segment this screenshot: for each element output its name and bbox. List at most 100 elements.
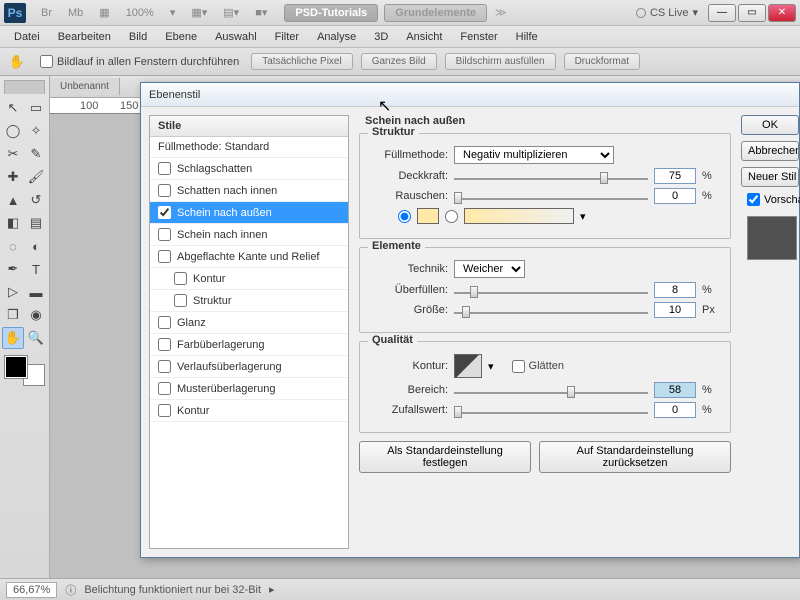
fg-color[interactable] (5, 356, 27, 378)
menu-item[interactable]: Analyse (309, 29, 364, 45)
zoom-level[interactable]: 66,67% (6, 582, 57, 598)
size-value[interactable]: 10 (654, 302, 696, 318)
contour-picker[interactable] (454, 354, 482, 378)
style-item[interactable]: Kontur (150, 400, 348, 422)
eraser-tool-icon[interactable]: ◧ (2, 212, 24, 234)
stamp-tool-icon[interactable]: ▲ (2, 189, 24, 211)
lasso-tool-icon[interactable]: ◯ (2, 120, 24, 142)
color-swatch[interactable] (5, 356, 45, 386)
style-checkbox[interactable] (158, 206, 171, 219)
dodge-tool-icon[interactable]: ◐ (25, 235, 47, 257)
option-pill[interactable]: Druckformat (564, 53, 640, 70)
spread-slider[interactable] (454, 282, 648, 298)
noise-value[interactable]: 0 (654, 188, 696, 204)
preview-checkbox[interactable]: Vorschau (741, 193, 799, 206)
dropdown-icon[interactable]: ▾ (488, 360, 494, 373)
shape-tool-icon[interactable]: ▬ (25, 281, 47, 303)
move-tool-icon[interactable]: ↖ (2, 97, 24, 119)
menu-item[interactable]: Bearbeiten (50, 29, 119, 45)
style-checkbox[interactable] (158, 316, 171, 329)
marquee-tool-icon[interactable]: ▭ (25, 97, 47, 119)
maximize-button[interactable]: ▭ (738, 4, 766, 22)
dropdown-icon[interactable]: ▸ (269, 583, 275, 596)
style-checkbox[interactable] (158, 250, 171, 263)
menu-item[interactable]: Bild (121, 29, 155, 45)
glow-color-swatch[interactable] (417, 208, 439, 224)
style-checkbox[interactable] (158, 360, 171, 373)
style-item[interactable]: Füllmethode: Standard (150, 137, 348, 158)
hand-tool-icon[interactable]: ✋ (6, 51, 28, 73)
style-item[interactable]: Struktur (150, 290, 348, 312)
style-item[interactable]: Schein nach innen (150, 224, 348, 246)
type-tool-icon[interactable]: T (25, 258, 47, 280)
opacity-value[interactable]: 75 (654, 168, 696, 184)
mode-tab[interactable]: Grundelemente (384, 4, 487, 22)
title-tool[interactable]: ▦▾ (186, 3, 212, 22)
spread-value[interactable]: 8 (654, 282, 696, 298)
menu-item[interactable]: Hilfe (508, 29, 546, 45)
chevron-right-icon[interactable]: ≫ (495, 6, 507, 19)
size-slider[interactable] (454, 302, 648, 318)
menu-item[interactable]: Ebene (157, 29, 205, 45)
range-value[interactable]: 58 (654, 382, 696, 398)
style-checkbox[interactable] (158, 404, 171, 417)
technique-select[interactable]: Weicher (454, 260, 525, 278)
make-default-button[interactable]: Als Standardeinstellung festlegen (359, 441, 531, 473)
menu-item[interactable]: Auswahl (207, 29, 265, 45)
title-tool[interactable]: ▦ (94, 3, 114, 22)
glow-gradient-swatch[interactable] (464, 208, 574, 224)
style-checkbox[interactable] (158, 338, 171, 351)
style-item[interactable]: Schein nach außen (150, 202, 348, 224)
title-tool[interactable]: ▤▾ (218, 3, 244, 22)
blend-mode-select[interactable]: Negativ multiplizieren (454, 146, 614, 164)
range-slider[interactable] (454, 382, 648, 398)
menu-item[interactable]: Filter (267, 29, 307, 45)
document-tab[interactable]: Unbenannt (50, 78, 120, 95)
style-item[interactable]: Musterüberlagerung (150, 378, 348, 400)
camera-tool-icon[interactable]: ◉ (25, 304, 47, 326)
title-tool[interactable]: ■▾ (250, 3, 272, 22)
minimize-button[interactable]: — (708, 4, 736, 22)
style-item[interactable]: Schlagschatten (150, 158, 348, 180)
style-item[interactable]: Abgeflachte Kante und Relief (150, 246, 348, 268)
brush-tool-icon[interactable]: 🖌 (25, 166, 47, 188)
cancel-button[interactable]: Abbrechen (741, 141, 799, 161)
3d-tool-icon[interactable]: ❒ (2, 304, 24, 326)
solid-color-radio[interactable] (398, 208, 439, 224)
close-button[interactable]: ✕ (768, 4, 796, 22)
path-tool-icon[interactable]: ▷ (2, 281, 24, 303)
gradient-tool-icon[interactable]: ▤ (25, 212, 47, 234)
blur-tool-icon[interactable]: ◌ (2, 235, 24, 257)
scroll-all-windows-checkbox[interactable]: Bildlauf in allen Fenstern durchführen (40, 55, 239, 68)
option-pill[interactable]: Bildschirm ausfüllen (445, 53, 556, 70)
style-item[interactable]: Schatten nach innen (150, 180, 348, 202)
title-tool[interactable]: 100% (121, 4, 159, 22)
title-tool[interactable]: Br (36, 4, 57, 22)
style-checkbox[interactable] (174, 272, 187, 285)
style-checkbox[interactable] (158, 184, 171, 197)
hand-tool-icon[interactable]: ✋ (2, 327, 24, 349)
mode-tab[interactable]: PSD-Tutorials (284, 4, 378, 22)
eyedropper-tool-icon[interactable]: ✎ (25, 143, 47, 165)
healing-tool-icon[interactable]: ✚ (2, 166, 24, 188)
pen-tool-icon[interactable]: ✒ (2, 258, 24, 280)
menu-item[interactable]: Datei (6, 29, 48, 45)
style-checkbox[interactable] (158, 162, 171, 175)
noise-slider[interactable] (454, 188, 648, 204)
jitter-value[interactable]: 0 (654, 402, 696, 418)
style-checkbox[interactable] (174, 294, 187, 307)
title-tool[interactable]: Mb (63, 4, 88, 22)
dialog-titlebar[interactable]: Ebenenstil (141, 83, 799, 107)
new-style-button[interactable]: Neuer Stil (741, 167, 799, 187)
menu-item[interactable]: Ansicht (398, 29, 450, 45)
style-item[interactable]: Glanz (150, 312, 348, 334)
option-pill[interactable]: Ganzes Bild (361, 53, 437, 70)
crop-tool-icon[interactable]: ✂ (2, 143, 24, 165)
opacity-slider[interactable] (454, 168, 648, 184)
styles-header[interactable]: Stile (150, 116, 348, 137)
history-brush-icon[interactable]: ↺ (25, 189, 47, 211)
style-checkbox[interactable] (158, 382, 171, 395)
wand-tool-icon[interactable]: ✧ (25, 120, 47, 142)
title-tool[interactable]: ▾ (165, 3, 181, 22)
option-pill[interactable]: Tatsächliche Pixel (251, 53, 352, 70)
